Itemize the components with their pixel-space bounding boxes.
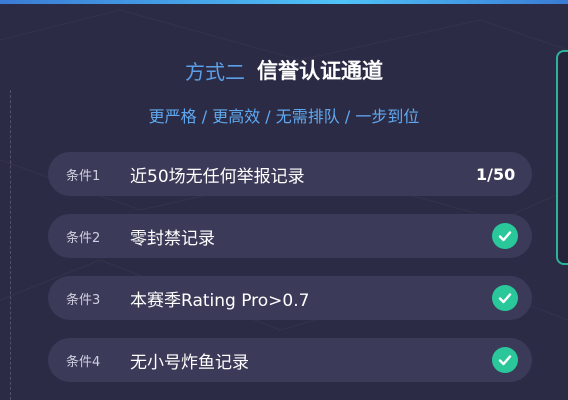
condition-text: 近50场无任何举报记录 [130,166,305,187]
top-accent-bar [0,0,568,4]
condition-row-2: 条件2 零封禁记录 [48,214,532,258]
check-circle-icon [492,223,518,249]
section-title: 信誉认证通道 [257,59,383,83]
section-header: 方式二 信誉认证通道 [0,52,568,88]
section-subtitle: 更严格 / 更高效 / 无需排队 / 一步到位 [148,107,420,126]
check-circle-icon [492,285,518,311]
condition-tag: 条件3 [66,292,101,308]
condition-text: 无小号炸鱼记录 [130,352,249,373]
condition-row-4: 条件4 无小号炸鱼记录 [48,338,532,382]
condition-progress: 1/50 [476,164,516,184]
check-circle-icon [492,347,518,373]
condition-text: 零封禁记录 [130,228,215,249]
condition-row-1: 条件1 近50场无任何举报记录 1/50 [48,152,532,196]
condition-tag: 条件4 [66,354,101,370]
method-label: 方式二 [185,59,245,84]
left-dashed-line [10,90,11,400]
condition-tag: 条件2 [66,230,101,246]
condition-text: 本赛季Rating Pro>0.7 [130,290,310,311]
condition-tag: 条件1 [66,168,101,184]
condition-row-3: 条件3 本赛季Rating Pro>0.7 [48,276,532,320]
